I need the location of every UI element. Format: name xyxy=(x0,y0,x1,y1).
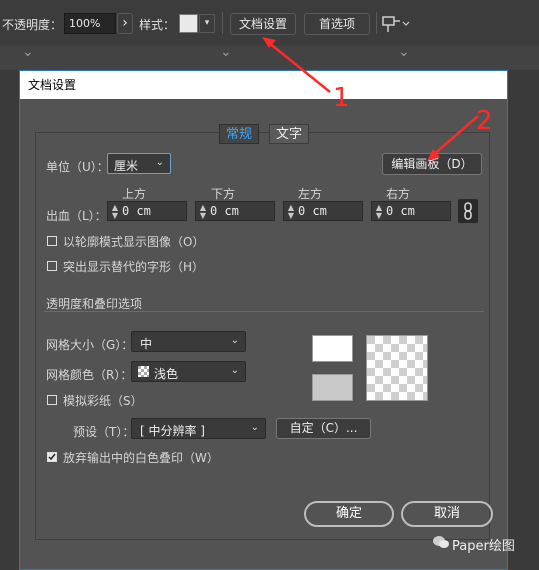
watermark-text: Paper绘图 xyxy=(452,539,515,554)
wechat-icon xyxy=(433,535,449,549)
annotation-number-2: 2 xyxy=(476,106,493,136)
annotation-arrows xyxy=(262,37,479,161)
annotation-number-1: 1 xyxy=(333,83,350,113)
